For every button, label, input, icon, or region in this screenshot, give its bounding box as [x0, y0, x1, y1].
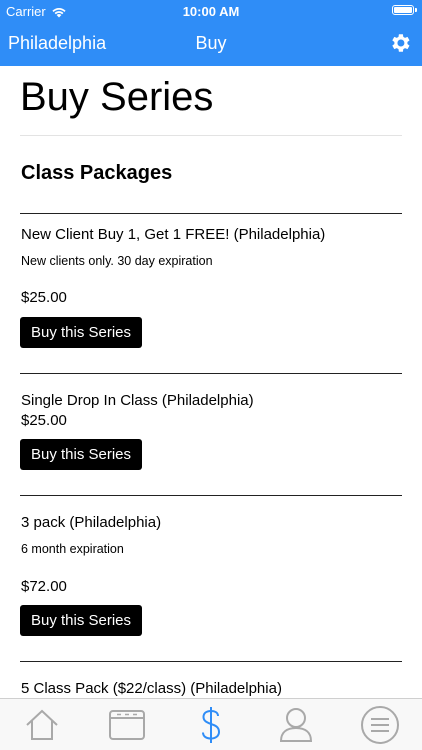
package-description: New clients only. 30 day expiration: [21, 254, 213, 268]
package-divider: [20, 213, 402, 214]
dollar-icon: [202, 707, 221, 743]
schedule-icon: [109, 710, 145, 740]
package-price: $72.00: [21, 578, 67, 595]
package-name: Single Drop In Class (Philadelphia): [21, 392, 254, 409]
tab-menu[interactable]: [360, 705, 400, 745]
home-icon: [26, 709, 58, 740]
buy-series-button[interactable]: Buy this Series: [20, 605, 142, 636]
package-divider: [20, 373, 402, 374]
nav-title: Buy: [195, 33, 227, 53]
status-time: 10:00 AM: [182, 4, 240, 19]
page-title: Buy Series: [20, 75, 214, 119]
package-price: $25.00: [21, 412, 67, 429]
profile-icon: [279, 708, 313, 742]
main-content: Buy Series Class Packages New Client Buy…: [0, 66, 422, 698]
tab-schedule[interactable]: [107, 705, 147, 745]
buy-series-button[interactable]: Buy this Series: [20, 439, 142, 470]
section-title: Class Packages: [21, 162, 173, 184]
tab-home[interactable]: [22, 705, 62, 745]
status-bar: Carrier 10:00 AM: [0, 0, 422, 22]
title-divider: [20, 135, 402, 136]
battery-icon: [392, 5, 417, 15]
package-description: 6 month expiration: [21, 542, 124, 556]
package-name: 5 Class Pack ($22/class) (Philadelphia): [21, 680, 282, 697]
tab-profile[interactable]: [276, 705, 316, 745]
gear-icon[interactable]: [388, 31, 412, 55]
package-price: $25.00: [21, 289, 67, 306]
package-divider: [20, 661, 402, 662]
package-name: New Client Buy 1, Get 1 FREE! (Philadelp…: [21, 226, 326, 243]
navigation-bar: Philadelphia Buy: [0, 22, 422, 66]
buy-series-button[interactable]: Buy this Series: [20, 317, 142, 348]
package-divider: [20, 495, 402, 496]
package-name: 3 pack (Philadelphia): [21, 514, 162, 531]
tab-bar: [0, 698, 422, 750]
menu-icon: [361, 706, 399, 744]
header-bar: Carrier 10:00 AM Philadelphia Buy: [0, 0, 422, 66]
tab-buy[interactable]: [191, 705, 231, 745]
